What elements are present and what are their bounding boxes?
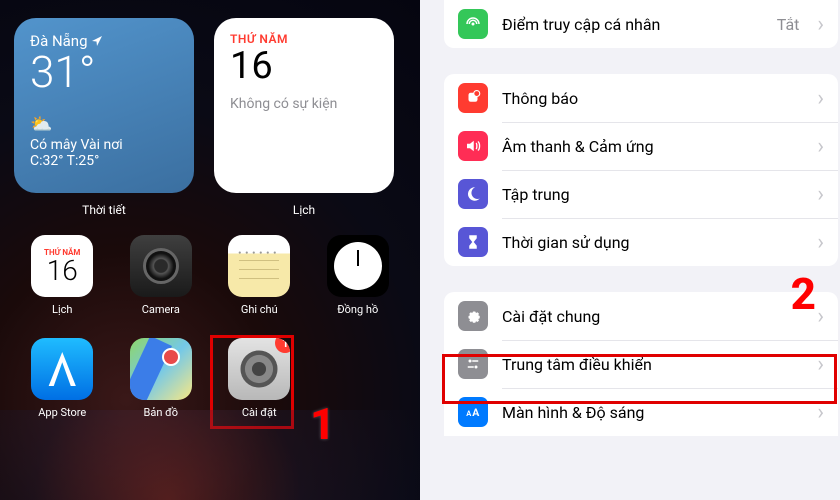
hourglass-icon: [458, 227, 488, 257]
bell-icon: [458, 83, 488, 113]
row-label: Cài đặt chung: [502, 307, 799, 326]
hotspot-icon: [458, 9, 488, 39]
text-size-icon: AA: [458, 397, 488, 427]
weather-temp: 31°: [30, 48, 178, 96]
chevron-right-icon: ›: [817, 304, 824, 329]
weather-widget[interactable]: Đà Nẵng 31° ⛅ Có mây Vài nơi C:32° T:25°: [14, 18, 194, 193]
chevron-right-icon: ›: [817, 134, 824, 159]
sliders-icon: [458, 349, 488, 379]
row-label: Trung tâm điều khiển: [502, 355, 799, 374]
weather-desc: Có mây Vài nơi: [30, 137, 178, 153]
app-notes[interactable]: ●●●●●● Ghi chú: [217, 235, 302, 316]
settings-row-screentime[interactable]: Thời gian sử dụng ›: [444, 218, 838, 266]
calendar-event: Không có sự kiện: [230, 96, 378, 112]
row-label: Tập trung: [502, 185, 799, 204]
app-label: Ghi chú: [241, 303, 278, 316]
chevron-right-icon: ›: [817, 352, 824, 377]
settings-row-general[interactable]: Cài đặt chung ›: [444, 292, 838, 340]
chevron-right-icon: ›: [817, 12, 824, 37]
calendar-daynum: 16: [230, 46, 378, 88]
appstore-app-icon: [31, 338, 93, 400]
svg-text:A: A: [466, 409, 472, 418]
row-label: Màn hình & Độ sáng: [502, 403, 799, 422]
settings-row-sound[interactable]: Âm thanh & Cảm ứng ›: [444, 122, 838, 170]
svg-text:A: A: [472, 406, 480, 419]
app-label: Cài đặt: [242, 406, 277, 419]
speaker-icon: [458, 131, 488, 161]
calendar-widget[interactable]: THỨ NĂM 16 Không có sự kiện: [214, 18, 394, 193]
chevron-right-icon: ›: [817, 86, 824, 111]
home-screen: Đà Nẵng 31° ⛅ Có mây Vài nơi C:32° T:25°…: [0, 0, 420, 500]
app-calendar[interactable]: THỨ NĂM 16 Lịch: [20, 235, 105, 316]
row-label: Âm thanh & Cảm ứng: [502, 137, 799, 156]
location-icon: [92, 36, 102, 46]
camera-app-icon: [130, 235, 192, 297]
app-label: Bản đồ: [144, 406, 179, 419]
settings-row-hotspot[interactable]: Điểm truy cập cá nhân Tắt ›: [444, 0, 838, 48]
chevron-right-icon: ›: [817, 400, 824, 425]
row-label: Thông báo: [502, 89, 799, 108]
settings-screen: Điểm truy cập cá nhân Tắt › Thông báo › …: [420, 0, 840, 500]
row-label: Thời gian sử dụng: [502, 233, 799, 252]
row-label: Điểm truy cập cá nhân: [502, 15, 763, 34]
app-appstore[interactable]: App Store: [20, 338, 105, 419]
row-value: Tắt: [777, 15, 800, 34]
weather-widget-label: Thời tiết: [14, 203, 194, 217]
settings-app-icon: 1: [228, 338, 290, 400]
settings-row-control-center[interactable]: Trung tâm điều khiển ›: [444, 340, 838, 388]
app-maps[interactable]: Bản đồ: [119, 338, 204, 419]
moon-icon: [458, 179, 488, 209]
app-settings[interactable]: 1 Cài đặt: [217, 338, 302, 419]
app-camera[interactable]: Camera: [119, 235, 204, 316]
weather-range: C:32° T:25°: [30, 153, 178, 169]
maps-app-icon: [130, 338, 192, 400]
weather-condition-icon: ⛅: [30, 114, 178, 135]
app-clock[interactable]: Đồng hồ: [316, 235, 401, 316]
calendar-app-icon: THỨ NĂM 16: [31, 235, 93, 297]
chevron-right-icon: ›: [817, 182, 824, 207]
chevron-right-icon: ›: [817, 230, 824, 255]
gear-icon: [458, 301, 488, 331]
app-label: Lịch: [52, 303, 72, 316]
app-label: Đồng hồ: [337, 303, 378, 316]
settings-row-notifications[interactable]: Thông báo ›: [444, 74, 838, 122]
app-label: App Store: [38, 406, 86, 419]
app-label: Camera: [142, 303, 180, 316]
calendar-widget-label: Lịch: [214, 203, 394, 217]
notes-app-icon: ●●●●●●: [228, 235, 290, 297]
clock-app-icon: [327, 235, 389, 297]
settings-row-display[interactable]: AA Màn hình & Độ sáng ›: [444, 388, 838, 436]
settings-row-focus[interactable]: Tập trung ›: [444, 170, 838, 218]
